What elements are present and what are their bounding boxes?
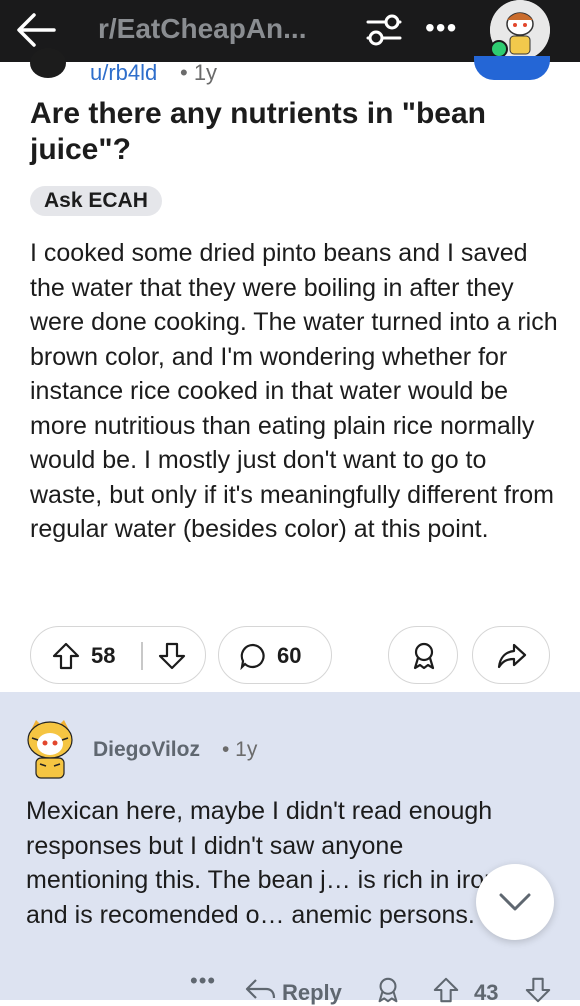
comment-actions: ••• Reply 43: [0, 968, 580, 1005]
reply-button[interactable]: Reply: [282, 980, 342, 1006]
award-button[interactable]: [388, 626, 458, 684]
upvote-icon[interactable]: [51, 641, 81, 671]
comment-icon: [240, 643, 265, 670]
back-arrow-icon[interactable]: [14, 10, 58, 50]
join-button[interactable]: [474, 56, 550, 80]
more-icon[interactable]: •••: [425, 12, 457, 44]
scroll-next-button[interactable]: [476, 864, 554, 940]
post-actions: 58 60: [0, 626, 580, 686]
filter-icon[interactable]: [362, 8, 406, 52]
comment-more-icon[interactable]: •••: [190, 968, 216, 994]
post-body: I cooked some dried pinto beans and I sa…: [30, 239, 558, 543]
vote-control: 58: [30, 626, 206, 684]
award-icon: [413, 642, 435, 670]
chevron-down-icon: [499, 893, 531, 911]
subreddit-avatar[interactable]: [30, 48, 66, 78]
commenter-avatar[interactable]: [22, 714, 78, 780]
top-bar: r/EatCheapAn... •••: [0, 0, 580, 62]
share-button[interactable]: [472, 626, 550, 684]
post-age: • 1y: [180, 60, 218, 85]
comment-author[interactable]: DiegoViloz: [93, 738, 200, 762]
post-flair[interactable]: Ask ECAH: [30, 186, 162, 216]
post-score: 58: [91, 643, 116, 668]
tiger-snoo-avatar-icon: [27, 720, 73, 779]
share-icon: [497, 643, 527, 669]
comments-button[interactable]: 60: [218, 626, 332, 684]
comment-score: 43: [474, 980, 499, 1005]
comment-body: Mexican here, maybe I didn't read enough…: [26, 797, 498, 929]
comment-count: 60: [277, 643, 302, 668]
comment-age: • 1y: [222, 738, 258, 761]
subreddit-title[interactable]: r/EatCheapAn...: [98, 13, 306, 45]
vote-divider: [141, 642, 143, 670]
post-author[interactable]: u/rb4ld: [90, 60, 157, 86]
downvote-icon[interactable]: [157, 641, 187, 671]
post-title: Are there any nutrients in "bean juice"?: [30, 97, 486, 166]
reply-icon[interactable]: [244, 978, 276, 1002]
